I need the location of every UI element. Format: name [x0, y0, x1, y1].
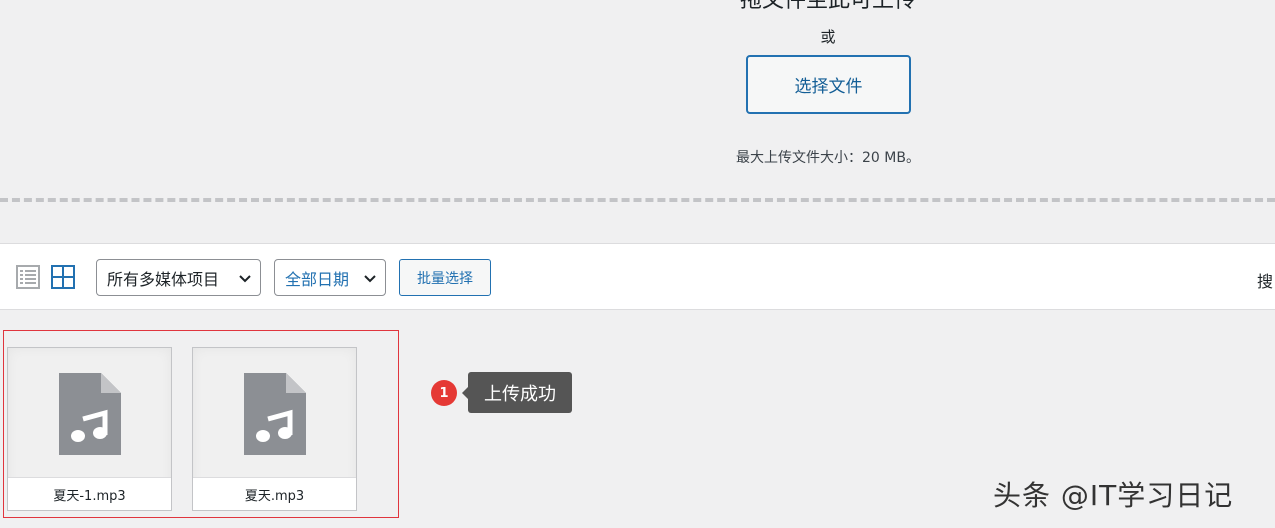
- attachment-item[interactable]: 夏天-1.mp3: [7, 347, 172, 511]
- chevron-down-icon: [238, 271, 252, 285]
- max-upload-size-text: 最大上传文件大小：20 MB。: [736, 150, 920, 166]
- upload-drop-zone[interactable]: 拖文件至此可上传 或 选择文件 最大上传文件大小：20 MB。: [0, 0, 1275, 200]
- list-view-icon[interactable]: [16, 265, 40, 289]
- grid-view-icon[interactable]: [51, 265, 75, 289]
- search-label: 搜: [1257, 272, 1274, 291]
- or-text: 或: [820, 28, 836, 46]
- date-filter-value: 全部日期: [285, 269, 350, 289]
- select-files-button[interactable]: 选择文件: [746, 55, 911, 114]
- audio-file-icon: [59, 373, 121, 455]
- date-filter[interactable]: 全部日期: [274, 259, 386, 296]
- drop-zone-divider: [0, 198, 1275, 202]
- chevron-down-icon: [363, 271, 377, 285]
- audio-file-icon: [244, 373, 306, 455]
- watermark: 头条 @IT学习日记: [993, 479, 1234, 512]
- media-toolbar: 所有多媒体项目 全部日期 批量选择 搜: [0, 243, 1275, 310]
- step-badge: 1: [431, 380, 457, 406]
- attachment-filename: 夏天-1.mp3: [8, 477, 171, 510]
- media-type-filter[interactable]: 所有多媒体项目: [96, 259, 261, 296]
- media-type-filter-value: 所有多媒体项目: [107, 269, 220, 289]
- drop-title: 拖文件至此可上传: [739, 0, 917, 13]
- attachment-filename: 夏天.mp3: [193, 477, 356, 510]
- bulk-select-button[interactable]: 批量选择: [399, 259, 491, 296]
- upload-success-tooltip: 上传成功: [468, 372, 572, 413]
- attachment-item[interactable]: 夏天.mp3: [192, 347, 357, 511]
